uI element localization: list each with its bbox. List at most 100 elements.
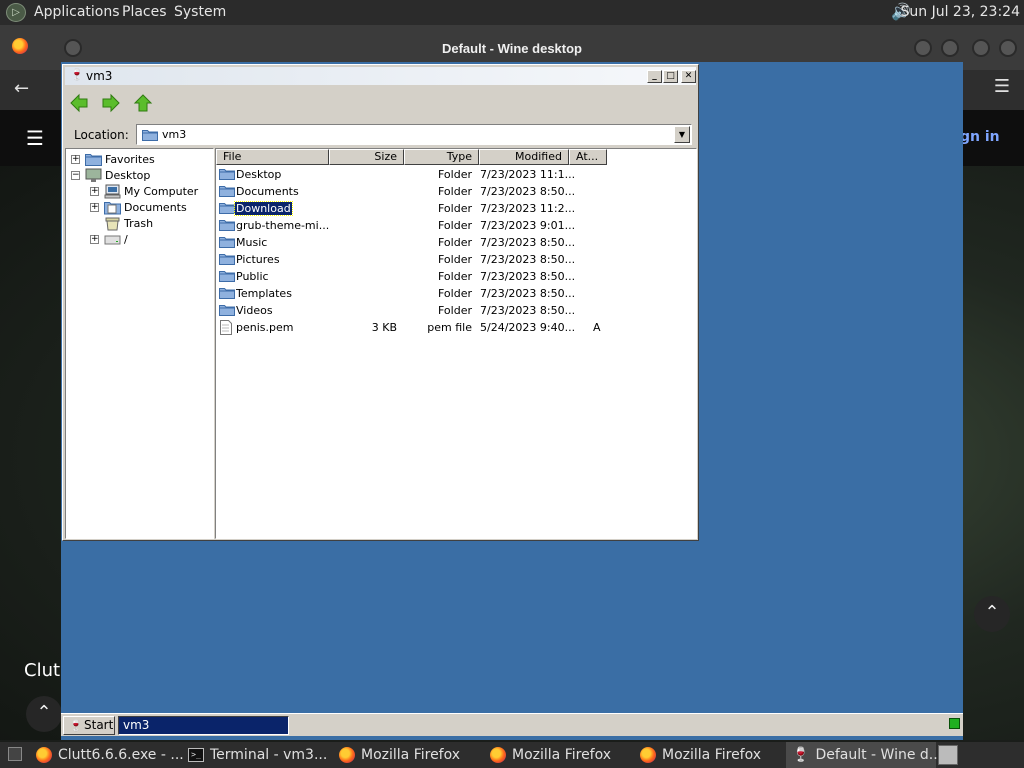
folder-icon — [142, 128, 158, 141]
taskbar-item-firefox-3[interactable]: Mozilla Firefox — [640, 742, 761, 768]
green-right-arrow-icon — [102, 93, 120, 113]
file-modified: 7/23/2023 8:50... — [480, 304, 576, 317]
file-type: Folder — [438, 219, 472, 232]
location-value: vm3 — [162, 128, 187, 141]
maximize-button[interactable]: □ — [663, 70, 678, 83]
forward-button[interactable] — [100, 93, 122, 115]
taskbar-button-vm3[interactable]: vm3 — [118, 716, 289, 735]
chevron-up-icon[interactable]: ⌃ — [26, 696, 62, 732]
column-header-type[interactable]: Type — [404, 149, 479, 165]
column-header-file[interactable]: File — [216, 149, 329, 165]
firefox-menu-icon[interactable]: ☰ — [994, 76, 1010, 97]
file-row[interactable]: Pictures Folder 7/23/2023 8:50... — [216, 251, 696, 268]
chevron-up-icon[interactable]: ⌃ — [974, 596, 1010, 632]
file-row[interactable]: Download Folder 7/23/2023 11:2... — [216, 200, 696, 217]
explorer-window: 🍷 vm3 _ □ ✕ Location: vm3 ▼ + Favorites … — [62, 64, 699, 541]
tree-label: / — [124, 233, 128, 246]
folder-icon — [219, 303, 235, 316]
taskbar-label: Mozilla Firefox — [361, 747, 461, 763]
top-panel: ▷ Applications Places System 🔊 Sun Jul 2… — [0, 0, 1024, 25]
terminal-icon: >_ — [188, 748, 204, 762]
location-bar: Location: vm3 ▼ — [66, 123, 694, 147]
expand-icon[interactable]: + — [90, 235, 99, 244]
firefox-icon — [339, 747, 355, 763]
tray-indicator-icon[interactable] — [949, 718, 960, 729]
close-button[interactable]: ✕ — [681, 70, 696, 83]
tree-label: My Computer — [124, 185, 199, 198]
file-modified: 7/23/2023 9:01... — [480, 219, 576, 232]
explorer-titlebar[interactable]: 🍷 vm3 _ □ ✕ — [65, 67, 696, 85]
taskbar-label: Clutt6.6.6.exe - ... — [58, 747, 184, 763]
column-header-modified[interactable]: Modified — [479, 149, 569, 165]
file-modified: 7/23/2023 8:50... — [480, 185, 576, 198]
expand-icon[interactable]: + — [90, 187, 99, 196]
minimize-button[interactable]: _ — [647, 70, 662, 83]
green-left-arrow-icon — [70, 93, 88, 113]
distro-logo-icon[interactable]: ▷ — [6, 3, 26, 22]
folder-icon — [219, 269, 235, 282]
window-close-button[interactable] — [999, 39, 1017, 57]
file-name: Pictures — [236, 253, 280, 266]
file-row[interactable]: Desktop Folder 7/23/2023 11:1... — [216, 166, 696, 183]
system-menu[interactable]: System — [174, 4, 226, 20]
file-row[interactable]: penis.pem 3 KB pem file 5/24/2023 9:40... A — [216, 319, 696, 336]
file-modified: 7/23/2023 11:2... — [480, 202, 576, 215]
file-name: Desktop — [236, 168, 282, 181]
file-type: Folder — [438, 202, 472, 215]
taskbar-item-firefox-2[interactable]: Mozilla Firefox — [490, 742, 611, 768]
taskbar-item-firefox-1[interactable]: Mozilla Firefox — [339, 742, 460, 768]
location-label: Location: — [74, 128, 129, 142]
clock[interactable]: Sun Jul 23, 23:24 — [901, 4, 1021, 20]
taskbar-item-clutt[interactable]: Clutt6.6.6.exe - ... — [36, 742, 184, 768]
taskbar-label: Mozilla Firefox — [512, 747, 612, 763]
collapse-icon[interactable]: − — [71, 171, 80, 180]
file-type: Folder — [438, 287, 472, 300]
up-folder-button[interactable] — [132, 93, 154, 115]
file-type: Folder — [438, 168, 472, 181]
file-row[interactable]: Documents Folder 7/23/2023 8:50... — [216, 183, 696, 200]
back-button[interactable] — [68, 93, 90, 115]
wine-taskbar: 🍷 Start vm3 — [61, 713, 963, 736]
column-header-attributes[interactable]: At... — [569, 149, 607, 165]
file-row[interactable]: grub-theme-mi... Folder 7/23/2023 9:01... — [216, 217, 696, 234]
taskbar-item-wine-desktop[interactable]: 🍷 Default - Wine d... — [786, 742, 942, 768]
chevron-down-icon[interactable]: ▼ — [674, 126, 690, 143]
column-header-size[interactable]: Size — [329, 149, 404, 165]
window-shade-button[interactable] — [914, 39, 932, 57]
start-button[interactable]: 🍷 Start — [63, 716, 115, 735]
file-modified: 7/23/2023 8:50... — [480, 253, 576, 266]
firefox-icon — [640, 747, 656, 763]
file-row[interactable]: Templates Folder 7/23/2023 8:50... — [216, 285, 696, 302]
page-menu-icon[interactable]: ☰ — [26, 126, 44, 150]
bottom-panel: Clutt6.6.6.exe - ... >_ Terminal - vm3...… — [0, 742, 1024, 768]
file-row[interactable]: Public Folder 7/23/2023 8:50... — [216, 268, 696, 285]
folder-icon — [219, 184, 235, 197]
workspace-switcher[interactable] — [938, 745, 958, 765]
window-stick-button[interactable] — [941, 39, 959, 57]
tree-label: Desktop — [105, 169, 151, 182]
file-list[interactable]: File Size Type Modified At... Desktop Fol… — [215, 148, 697, 539]
file-row[interactable]: Music Folder 7/23/2023 8:50... — [216, 234, 696, 251]
file-name: Documents — [236, 185, 299, 198]
file-name: grub-theme-mi... — [236, 219, 330, 232]
places-menu[interactable]: Places — [122, 4, 167, 20]
folder-icon — [219, 235, 235, 248]
back-arrow-icon[interactable]: ← — [14, 78, 29, 99]
wine-glass-icon: 🍷 — [70, 68, 84, 81]
file-size: 3 KB — [371, 321, 397, 334]
explorer-toolbar — [66, 89, 694, 119]
applications-menu[interactable]: Applications — [34, 4, 120, 20]
wine-desktop-window-title: Default - Wine desktop — [441, 41, 582, 56]
drive-icon — [104, 232, 121, 250]
expand-icon[interactable]: + — [90, 203, 99, 212]
expand-icon[interactable]: + — [71, 155, 80, 164]
file-type: Folder — [438, 304, 472, 317]
show-desktop-icon[interactable] — [8, 747, 22, 761]
file-row[interactable]: Videos Folder 7/23/2023 8:50... — [216, 302, 696, 319]
folder-tree[interactable]: + Favorites − Desktop + My Computer + Do… — [65, 148, 214, 539]
taskbar-item-terminal[interactable]: >_ Terminal - vm3... — [188, 742, 327, 768]
file-name: Videos — [236, 304, 273, 317]
window-minimize-button[interactable] — [972, 39, 990, 57]
location-combobox[interactable]: vm3 ▼ — [136, 124, 692, 145]
sign-in-link[interactable]: gn in — [960, 129, 1000, 145]
